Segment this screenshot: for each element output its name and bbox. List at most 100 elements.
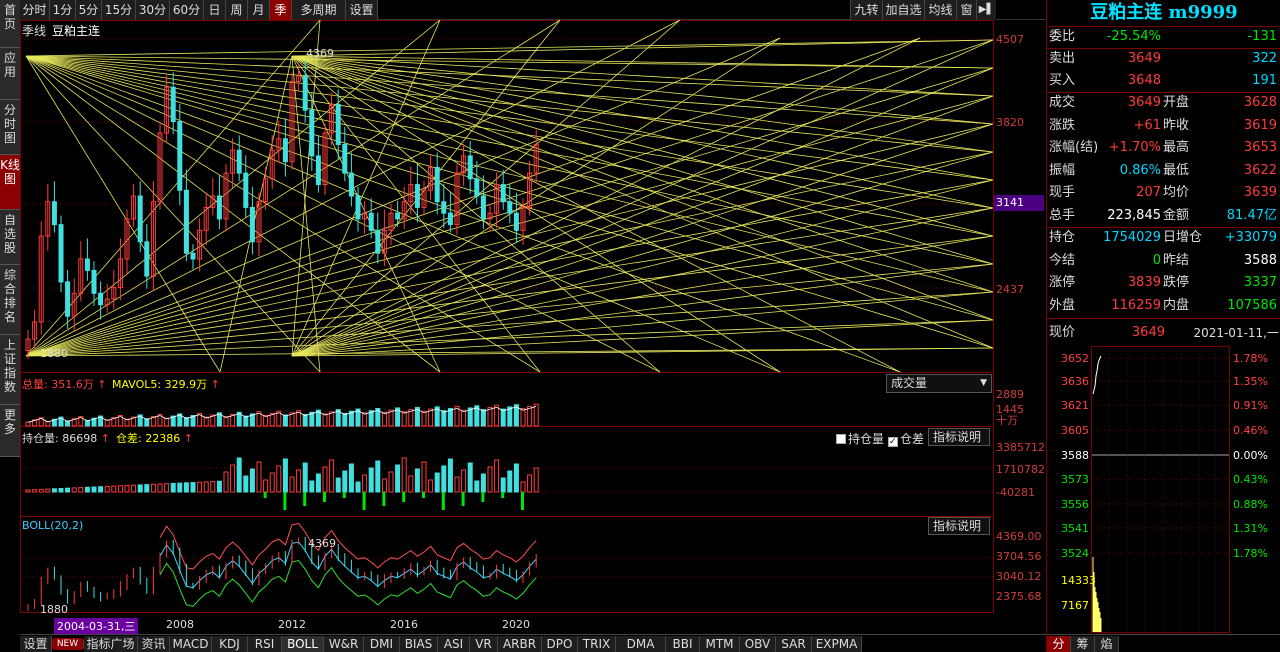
oi-bar: [243, 475, 249, 493]
oi-label: 持仓量: 86698 ↑: [22, 432, 110, 445]
volume-bar: [447, 408, 453, 427]
candle-body: [368, 212, 374, 231]
period-month[interactable]: 月: [248, 0, 270, 20]
main-pane-frame: [20, 20, 994, 373]
indicator-tab-kdj[interactable]: KDJ: [212, 636, 248, 652]
indicator-tab-asi[interactable]: ASI: [438, 636, 470, 652]
period-quarter[interactable]: 季: [270, 0, 292, 20]
mini-pct-label: 1.31%: [1233, 522, 1268, 535]
qtab-flame[interactable]: 焰: [1095, 636, 1119, 652]
quote-title: 豆粕主连 m9999: [1090, 2, 1238, 23]
oi-diff-checkbox[interactable]: ✓ 仓差: [888, 430, 924, 447]
oi-bar: [131, 484, 137, 493]
intraday-mini-chart[interactable]: [1047, 346, 1280, 634]
gann-line: [291, 55, 781, 373]
oi-checkbox[interactable]: 持仓量: [836, 430, 884, 447]
oi-bar: [421, 461, 427, 493]
period-5min[interactable]: 5分: [76, 0, 102, 20]
period-day[interactable]: 日: [204, 0, 226, 20]
vtab-sh-index[interactable]: 上证指数: [0, 335, 20, 405]
indicator-tab-dpo[interactable]: DPO: [542, 636, 578, 652]
oi-bar: [322, 466, 328, 493]
ma-button[interactable]: 均线: [924, 0, 956, 20]
period-60min[interactable]: 60分: [170, 0, 204, 20]
oi-bars: [25, 457, 539, 510]
boll-help-button[interactable]: 指标说明: [928, 517, 990, 535]
oi-bar: [216, 480, 222, 493]
oi-bar: [474, 480, 480, 493]
oi-bar: [276, 465, 282, 493]
oi-bar: [223, 471, 229, 493]
period-settings[interactable]: 设置: [346, 0, 378, 20]
oi-bar: [183, 482, 189, 493]
period-30min[interactable]: 30分: [136, 0, 170, 20]
add-watchlist-button[interactable]: 加自选: [882, 0, 924, 20]
oi-help-button[interactable]: 指标说明: [928, 428, 990, 446]
oi-bar: [256, 461, 262, 493]
oi-bar: [500, 477, 506, 493]
indicator-tab-[interactable]: 设置: [20, 636, 52, 652]
candle-body: [177, 121, 183, 191]
collapse-panel-icon[interactable]: ▶▌: [976, 0, 996, 20]
qtab-chips[interactable]: 筹: [1071, 636, 1095, 652]
quote-row: 持仓 1754029 日增仓 +33079: [1049, 230, 1277, 245]
indicator-tab-mtm[interactable]: MTM: [700, 636, 740, 652]
indicator-tab-arbr[interactable]: ARBR: [498, 636, 542, 652]
vtab-apps[interactable]: 应用: [0, 48, 20, 100]
candle-body: [434, 166, 440, 203]
oi-bar: [335, 477, 341, 493]
buy-row: 买入 3648 191: [1049, 73, 1277, 88]
indicator-tab-bbi[interactable]: BBI: [666, 636, 700, 652]
indicator-tab-dma[interactable]: DMA: [616, 636, 666, 652]
candle-body: [480, 195, 486, 220]
indicator-tab-vr[interactable]: VR: [470, 636, 498, 652]
vtab-watchlist[interactable]: 自选股: [0, 210, 20, 265]
gann-line: [25, 347, 994, 357]
vtab-kline[interactable]: K线图: [0, 155, 20, 210]
period-1min[interactable]: 1分: [50, 0, 76, 20]
indicator-tab-obv[interactable]: OBV: [740, 636, 776, 652]
indicator-tab-sar[interactable]: SAR: [776, 636, 812, 652]
oi-bar: [98, 486, 104, 493]
oi-diff-bar: [501, 492, 505, 498]
oi-bar: [203, 481, 209, 493]
indicator-tab-[interactable]: 资讯: [138, 636, 170, 652]
vtab-home[interactable]: 首页: [0, 0, 20, 48]
kline-chart-area[interactable]: [20, 20, 1046, 634]
x-label-2012: 2012: [278, 618, 306, 631]
indicator-tab-trix[interactable]: TRIX: [578, 636, 616, 652]
window-button[interactable]: 窗: [956, 0, 976, 20]
qtab-timeshare[interactable]: 分: [1047, 636, 1071, 652]
vtab-timeshare[interactable]: 分时图: [0, 100, 20, 155]
oi-bar: [368, 467, 374, 493]
oi-bar: [487, 466, 493, 493]
oi-bar: [507, 470, 513, 493]
indicator-tab-boll[interactable]: BOLL: [282, 636, 324, 652]
indicator-selector[interactable]: 成交量 ▼: [886, 374, 992, 393]
indicator-tab-dmi[interactable]: DMI: [364, 636, 400, 652]
oi-diff-bar: [402, 492, 406, 502]
indicator-tab-macd[interactable]: MACD: [170, 636, 212, 652]
period-15min[interactable]: 15分: [102, 0, 136, 20]
quote-bottom-tabs: 分 筹 焰: [1047, 634, 1280, 652]
oi-bar: [401, 457, 407, 493]
mini-pct-label: 0.46%: [1233, 424, 1268, 437]
period-multi[interactable]: 多周期: [292, 0, 346, 20]
oi-bar: [527, 474, 533, 493]
period-timeshare[interactable]: 分时: [20, 0, 50, 20]
oi-bar: [236, 457, 242, 493]
oi-bar: [104, 485, 110, 493]
volume-bar: [401, 411, 407, 427]
nine-turn-button[interactable]: 九转: [850, 0, 882, 20]
candle-body: [137, 195, 143, 243]
indicator-tab-expma[interactable]: EXPMA: [812, 636, 862, 652]
vtab-ranking[interactable]: 综合排名: [0, 265, 20, 335]
indicator-tab-[interactable]: 指标广场: [84, 636, 138, 652]
indicator-tab-new[interactable]: NEW: [52, 638, 84, 650]
boll-mid-band: [159, 541, 537, 589]
period-week[interactable]: 周: [226, 0, 248, 20]
indicator-tab-bias[interactable]: BIAS: [400, 636, 438, 652]
vtab-more[interactable]: 更多: [0, 405, 20, 457]
indicator-tab-rsi[interactable]: RSI: [248, 636, 282, 652]
indicator-tab-wr[interactable]: W&R: [324, 636, 364, 652]
